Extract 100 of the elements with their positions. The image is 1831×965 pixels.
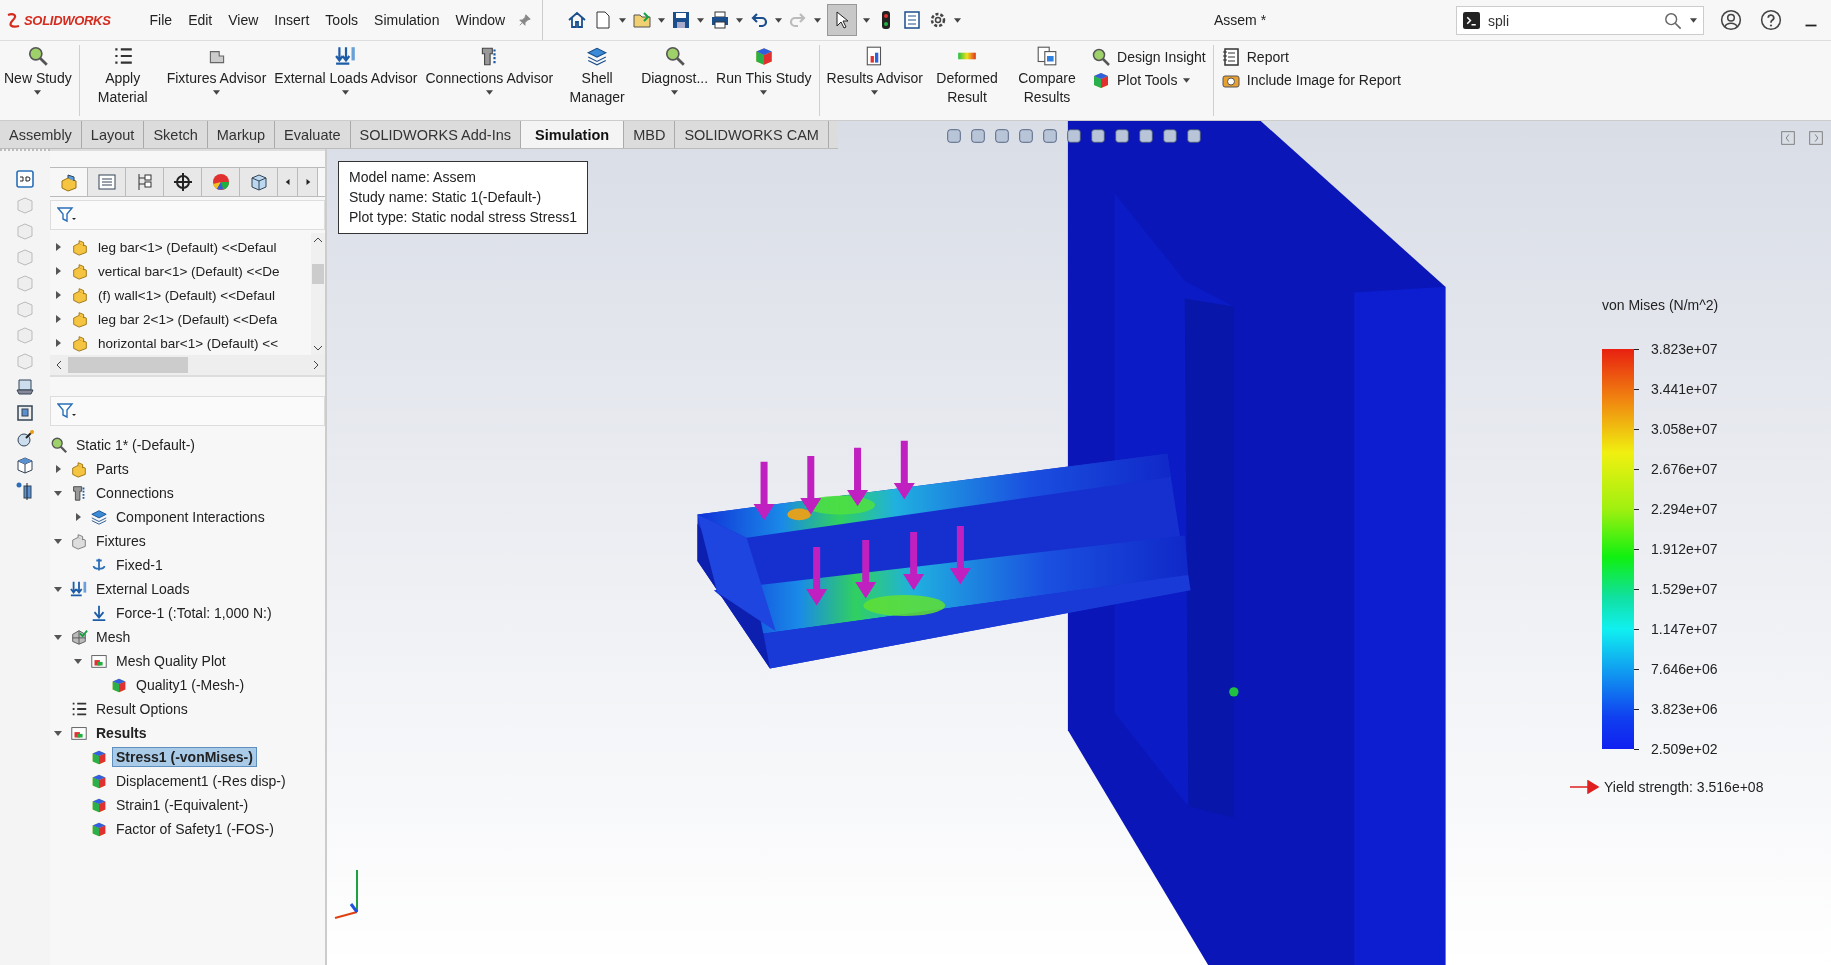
tab[interactable]: Evaluate	[275, 121, 351, 148]
up-chevron-icon[interactable]	[313, 237, 323, 243]
down-chevron-icon[interactable]	[313, 345, 323, 351]
caret-icon[interactable]	[736, 17, 744, 23]
scrollbar-thumb[interactable]	[68, 357, 188, 373]
ribbon-button[interactable]: Shell Manager	[557, 41, 638, 120]
tab[interactable]: Layout	[81, 121, 145, 148]
tree-item[interactable]: Mesh Quality Plot	[112, 651, 230, 671]
collapse-arrow-icon[interactable]	[73, 656, 83, 666]
cube-icon[interactable]	[248, 172, 269, 192]
caret-icon[interactable]	[619, 17, 627, 23]
print-icon[interactable]	[710, 10, 731, 30]
file-properties-icon[interactable]	[902, 10, 923, 30]
menu-item[interactable]: Simulation	[367, 8, 447, 32]
horizontal-scrollbar[interactable]	[50, 355, 325, 375]
caret-icon[interactable]	[1690, 18, 1697, 23]
left-chevron-icon[interactable]	[56, 360, 62, 370]
caret-icon[interactable]	[1183, 77, 1191, 83]
caret-icon[interactable]	[213, 90, 220, 95]
expand-arrow-icon[interactable]	[73, 512, 83, 522]
collapse-arrow-icon[interactable]	[53, 488, 63, 498]
tree-item[interactable]: (f) wall<1> (Default) <<Defaul	[94, 285, 280, 305]
pin-icon[interactable]	[518, 13, 533, 27]
tab[interactable]: Markup	[207, 121, 276, 148]
frame-icon[interactable]	[15, 403, 35, 423]
open-folder-icon[interactable]	[632, 10, 653, 30]
appearance-tab[interactable]	[202, 168, 240, 196]
tree-item[interactable]: Displacement1 (-Res disp-)	[112, 771, 290, 791]
menu-item[interactable]: File	[142, 8, 180, 32]
tree-item[interactable]: Quality1 (-Mesh-)	[132, 675, 249, 695]
caret-icon[interactable]	[871, 90, 879, 95]
crosshair-icon[interactable]	[172, 172, 193, 192]
ribbon-button[interactable]: Diagnost...	[637, 41, 713, 120]
collapse-arrow-icon[interactable]	[53, 728, 63, 738]
tree-item[interactable]: Factor of Safety1 (-FOS-)	[112, 819, 278, 839]
ribbon-button[interactable]: Run This Study	[712, 41, 816, 120]
display-manager-tab[interactable]	[240, 168, 278, 196]
collapse-arrow-icon[interactable]	[53, 584, 63, 594]
filter-icon[interactable]	[57, 403, 77, 419]
ribbon-button[interactable]: Plot Tools	[1091, 70, 1206, 90]
vertical-scrollbar[interactable]	[311, 233, 325, 355]
section-plane-icon[interactable]	[15, 481, 35, 501]
filter-icon[interactable]	[57, 207, 77, 223]
menu-item[interactable]: Edit	[181, 8, 220, 32]
expand-arrow-icon[interactable]	[53, 290, 63, 300]
caret-icon[interactable]	[697, 17, 705, 23]
list-icon[interactable]	[96, 172, 117, 192]
tree-item[interactable]: horizontal bar<1> (Default) <<	[94, 333, 283, 353]
part-block-icon[interactable]	[58, 172, 79, 192]
tree-item[interactable]: Stress1 (-vonMises-)	[112, 747, 257, 767]
tree-item[interactable]: Parts	[92, 459, 133, 479]
dimxpert-tab[interactable]	[164, 168, 202, 196]
menu-item[interactable]: Tools	[318, 8, 366, 32]
tree-item[interactable]: Result Options	[92, 699, 192, 719]
ribbon-button[interactable]: Compare Results	[1007, 41, 1088, 120]
caret-icon[interactable]	[34, 90, 42, 95]
caret-icon[interactable]	[775, 17, 783, 23]
tree-item[interactable]: Mesh	[92, 627, 135, 647]
filter-field[interactable]	[50, 396, 325, 426]
ribbon-button[interactable]: Include Image for Report	[1220, 70, 1401, 90]
menu-item[interactable]: View	[221, 8, 266, 32]
caret-icon[interactable]	[671, 90, 679, 95]
ribbon-button[interactable]: External Loads Advisor	[270, 41, 422, 120]
ribbon-button[interactable]: Connections Advisor	[421, 41, 558, 120]
ribbon-button[interactable]: Apply Material	[82, 41, 163, 120]
color-ball-icon[interactable]	[210, 172, 231, 192]
undo-icon[interactable]	[749, 10, 770, 30]
propertymanager-tab[interactable]	[88, 168, 126, 196]
ribbon-button[interactable]: Results Advisor	[822, 41, 928, 120]
3d-view-icon[interactable]	[15, 169, 35, 189]
tab[interactable]: Sketch	[144, 121, 208, 148]
search-icon[interactable]	[1664, 11, 1682, 30]
caret-icon[interactable]	[485, 90, 493, 95]
expand-arrow-icon[interactable]	[53, 314, 63, 324]
search-field[interactable]: spli	[1456, 6, 1704, 35]
tree-item[interactable]: Static 1* (-Default-)	[72, 435, 200, 455]
cube-icon[interactable]	[15, 455, 35, 475]
scrollbar-thumb[interactable]	[312, 264, 324, 284]
caret-icon[interactable]	[814, 17, 822, 23]
left-arrow-icon[interactable]	[284, 177, 291, 187]
filter-field[interactable]	[50, 200, 325, 230]
tree-item[interactable]: vertical bar<1> (Default) <<De	[94, 261, 284, 281]
magic-wand-icon[interactable]	[15, 429, 35, 449]
ribbon-button[interactable]: Report	[1220, 47, 1401, 67]
help-icon[interactable]	[1760, 9, 1782, 31]
caret-icon[interactable]	[658, 17, 666, 23]
caret-icon[interactable]	[863, 17, 871, 23]
home-icon[interactable]	[567, 10, 588, 30]
user-icon[interactable]	[1720, 9, 1742, 31]
tree-item[interactable]: Force-1 (:Total: 1,000 N:)	[112, 603, 276, 623]
expand-arrow-icon[interactable]	[53, 338, 63, 348]
panel-toggle-icon[interactable]	[1807, 129, 1825, 147]
collapse-arrow-icon[interactable]	[53, 536, 63, 546]
laptop-icon[interactable]	[15, 377, 35, 397]
panel-toggle-icon[interactable]	[1779, 129, 1797, 147]
tree-item[interactable]: leg bar 2<1> (Default) <<Defa	[94, 309, 282, 329]
expand-arrow-icon[interactable]	[53, 464, 63, 474]
tree-item[interactable]: Connections	[92, 483, 178, 503]
tab[interactable]: Simulation	[521, 121, 625, 148]
tab[interactable]: Assembly	[0, 121, 82, 148]
